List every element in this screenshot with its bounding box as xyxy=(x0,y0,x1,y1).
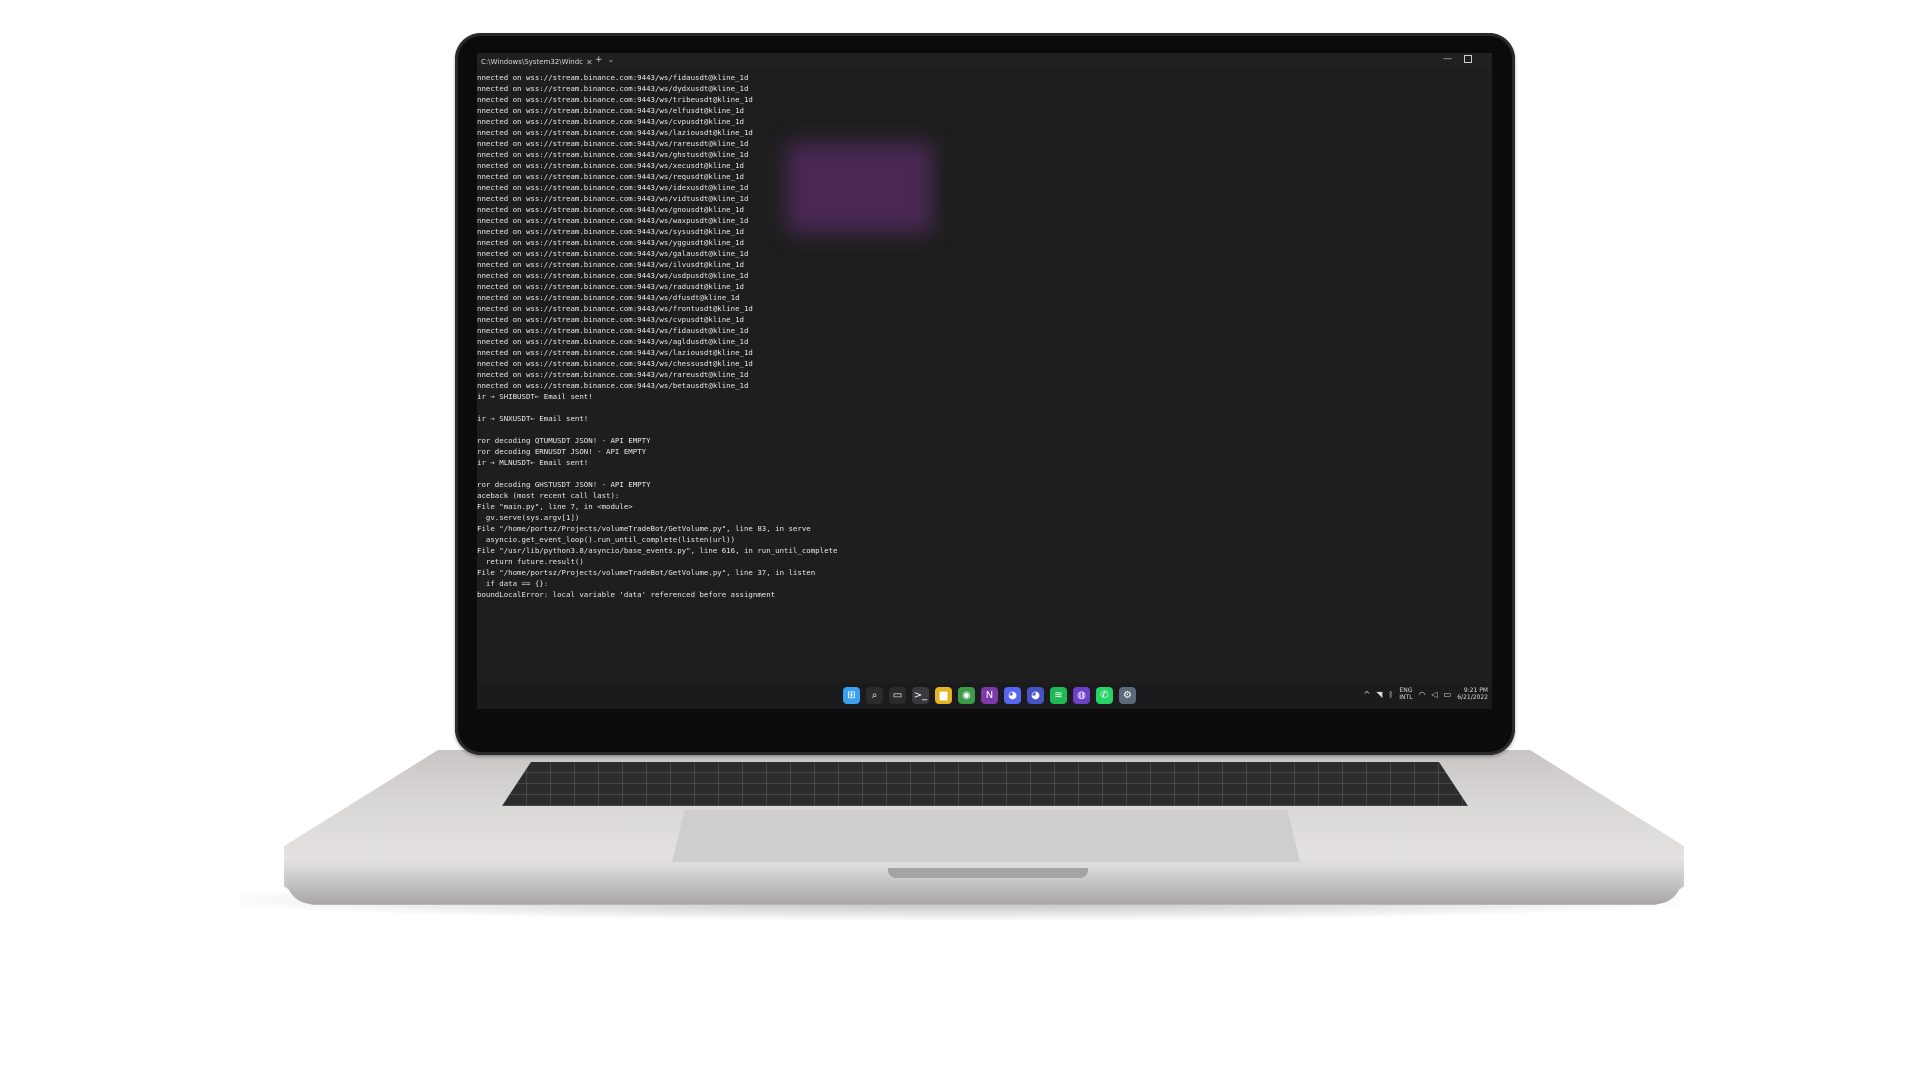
console-line: ir → SNXUSDT← Email sent! xyxy=(477,414,589,423)
lang-bottom: INTL xyxy=(1399,694,1413,701)
chrome-icon[interactable]: ◉ xyxy=(958,687,975,704)
console-line: ir → SHIBUSDT← Email sent! xyxy=(477,392,593,401)
discord-alt-icon[interactable]: ◕ xyxy=(1027,687,1044,704)
console-line: if data == {}: xyxy=(477,579,549,588)
console-line: nnected on wss://stream.binance.com:9443… xyxy=(477,117,744,126)
console-line: ror decoding QTUMUSDT JSON! - API EMPTY xyxy=(477,436,651,445)
console-line: File "/home/portsz/Projects/volumeTradeB… xyxy=(477,524,811,533)
console-line: nnected on wss://stream.binance.com:9443… xyxy=(477,238,744,247)
console-line: nnected on wss://stream.binance.com:9443… xyxy=(477,293,740,302)
console-line: nnected on wss://stream.binance.com:9443… xyxy=(477,194,749,203)
console-line: nnected on wss://stream.binance.com:9443… xyxy=(477,172,744,181)
terminal-output[interactable]: nnected on wss://stream.binance.com:9443… xyxy=(477,72,1492,600)
system-tray: ^ ◥ ᛒ ENG INTL ◠ ◁ ▭ 9:21 PM 6/21/2022 xyxy=(1364,687,1488,701)
console-line: return future.result() xyxy=(477,557,584,566)
clock-time: 9:21 PM xyxy=(1463,687,1488,694)
console-line: nnected on wss://stream.binance.com:9443… xyxy=(477,370,749,379)
tab-close-icon[interactable]: ✕ xyxy=(586,58,593,67)
terminal-tab[interactable]: C:\Windows\System32\Windc ✕ xyxy=(481,56,593,68)
console-line: nnected on wss://stream.binance.com:9443… xyxy=(477,359,753,368)
tray-chevron-icon[interactable]: ^ xyxy=(1364,690,1371,699)
console-line: nnected on wss://stream.binance.com:9443… xyxy=(477,106,744,115)
console-line: nnected on wss://stream.binance.com:9443… xyxy=(477,216,749,225)
taskbar-icons: ⊞ ⌕ ▭ >_ ▆ ◉ N ◕ ◕ ≋ ◍ ✆ ⚙ xyxy=(843,687,1136,704)
console-line: File "/usr/lib/python3.8/asyncio/base_ev… xyxy=(477,546,838,555)
battery-icon[interactable]: ▭ xyxy=(1444,690,1452,699)
laptop-trackpad xyxy=(672,810,1300,862)
console-line: File "main.py", line 7, in <module> xyxy=(477,502,633,511)
maximize-button[interactable] xyxy=(1464,55,1472,63)
github-icon[interactable]: ◍ xyxy=(1073,687,1090,704)
laptop-lid-notch xyxy=(888,868,1088,878)
console-line: nnected on wss://stream.binance.com:9443… xyxy=(477,128,753,137)
console-line: nnected on wss://stream.binance.com:9443… xyxy=(477,326,749,335)
clock[interactable]: 9:21 PM 6/21/2022 xyxy=(1457,687,1488,701)
start-icon[interactable]: ⊞ xyxy=(843,687,860,704)
onenote-icon[interactable]: N xyxy=(981,687,998,704)
console-line: nnected on wss://stream.binance.com:9443… xyxy=(477,227,744,236)
bluetooth-icon[interactable]: ᛒ xyxy=(1388,690,1393,699)
console-line: nnected on wss://stream.binance.com:9443… xyxy=(477,315,744,324)
console-line: gv.serve(sys.argv[1]) xyxy=(477,513,580,522)
wifi-icon[interactable]: ◠ xyxy=(1419,690,1426,699)
console-line: nnected on wss://stream.binance.com:9443… xyxy=(477,139,749,148)
file-explorer-icon[interactable]: ▆ xyxy=(935,687,952,704)
clock-date: 6/21/2022 xyxy=(1457,694,1488,701)
console-line: nnected on wss://stream.binance.com:9443… xyxy=(477,95,753,104)
search-icon[interactable]: ⌕ xyxy=(866,687,883,704)
console-line: nnected on wss://stream.binance.com:9443… xyxy=(477,348,753,357)
console-line: ror decoding ERNUSDT JSON! - API EMPTY xyxy=(477,447,647,456)
console-line: asyncio.get_event_loop().run_until_compl… xyxy=(477,535,736,544)
console-line: nnected on wss://stream.binance.com:9443… xyxy=(477,249,749,258)
terminal-tab-title: C:\Windows\System32\Windc xyxy=(481,58,584,66)
task-view-icon[interactable]: ▭ xyxy=(889,687,906,704)
discord-icon[interactable]: ◕ xyxy=(1004,687,1021,704)
console-line: nnected on wss://stream.binance.com:9443… xyxy=(477,84,749,93)
console-line: nnected on wss://stream.binance.com:9443… xyxy=(477,205,744,214)
laptop-keyboard xyxy=(502,762,1468,806)
laptop-screen: C:\Windows\System32\Windc ✕ + ⌄ — nnecte… xyxy=(477,53,1492,709)
spotify-icon[interactable]: ≋ xyxy=(1050,687,1067,704)
console-line: nnected on wss://stream.binance.com:9443… xyxy=(477,282,744,291)
console-line: nnected on wss://stream.binance.com:9443… xyxy=(477,260,744,269)
language-indicator[interactable]: ENG INTL xyxy=(1399,687,1412,701)
terminal-icon[interactable]: >_ xyxy=(912,687,929,704)
new-tab-button[interactable]: + xyxy=(595,55,603,65)
whatsapp-icon[interactable]: ✆ xyxy=(1096,687,1113,704)
console-line: nnected on wss://stream.binance.com:9443… xyxy=(477,161,744,170)
terminal-titlebar: C:\Windows\System32\Windc ✕ + ⌄ — xyxy=(477,53,1492,69)
console-line: nnected on wss://stream.binance.com:9443… xyxy=(477,337,749,346)
console-line: nnected on wss://stream.binance.com:9443… xyxy=(477,183,749,192)
console-line: boundLocalError: local variable 'data' r… xyxy=(477,590,776,599)
console-line: nnected on wss://stream.binance.com:9443… xyxy=(477,271,749,280)
network-icon[interactable]: ◥ xyxy=(1376,690,1382,699)
console-line: nnected on wss://stream.binance.com:9443… xyxy=(477,73,749,82)
console-line: ror decoding GHSTUSDT JSON! - API EMPTY xyxy=(477,480,651,489)
console-line: aceback (most recent call last): xyxy=(477,491,620,500)
lang-top: ENG xyxy=(1399,687,1413,694)
console-line: nnected on wss://stream.binance.com:9443… xyxy=(477,304,753,313)
minimize-button[interactable]: — xyxy=(1443,54,1452,64)
console-line: ir → MLNUSDT← Email sent! xyxy=(477,458,589,467)
console-line: nnected on wss://stream.binance.com:9443… xyxy=(477,150,749,159)
taskbar: ⊞ ⌕ ▭ >_ ▆ ◉ N ◕ ◕ ≋ ◍ ✆ ⚙ ^ ◥ ᛒ ENG INTL ◠ ◁ ▭ 9:21… xyxy=(477,683,1492,709)
tab-dropdown-icon[interactable]: ⌄ xyxy=(608,56,614,64)
console-line: nnected on wss://stream.binance.com:9443… xyxy=(477,381,749,390)
settings-icon[interactable]: ⚙ xyxy=(1119,687,1136,704)
volume-icon[interactable]: ◁ xyxy=(1432,690,1438,699)
console-line: File "/home/portsz/Projects/volumeTradeB… xyxy=(477,568,816,577)
